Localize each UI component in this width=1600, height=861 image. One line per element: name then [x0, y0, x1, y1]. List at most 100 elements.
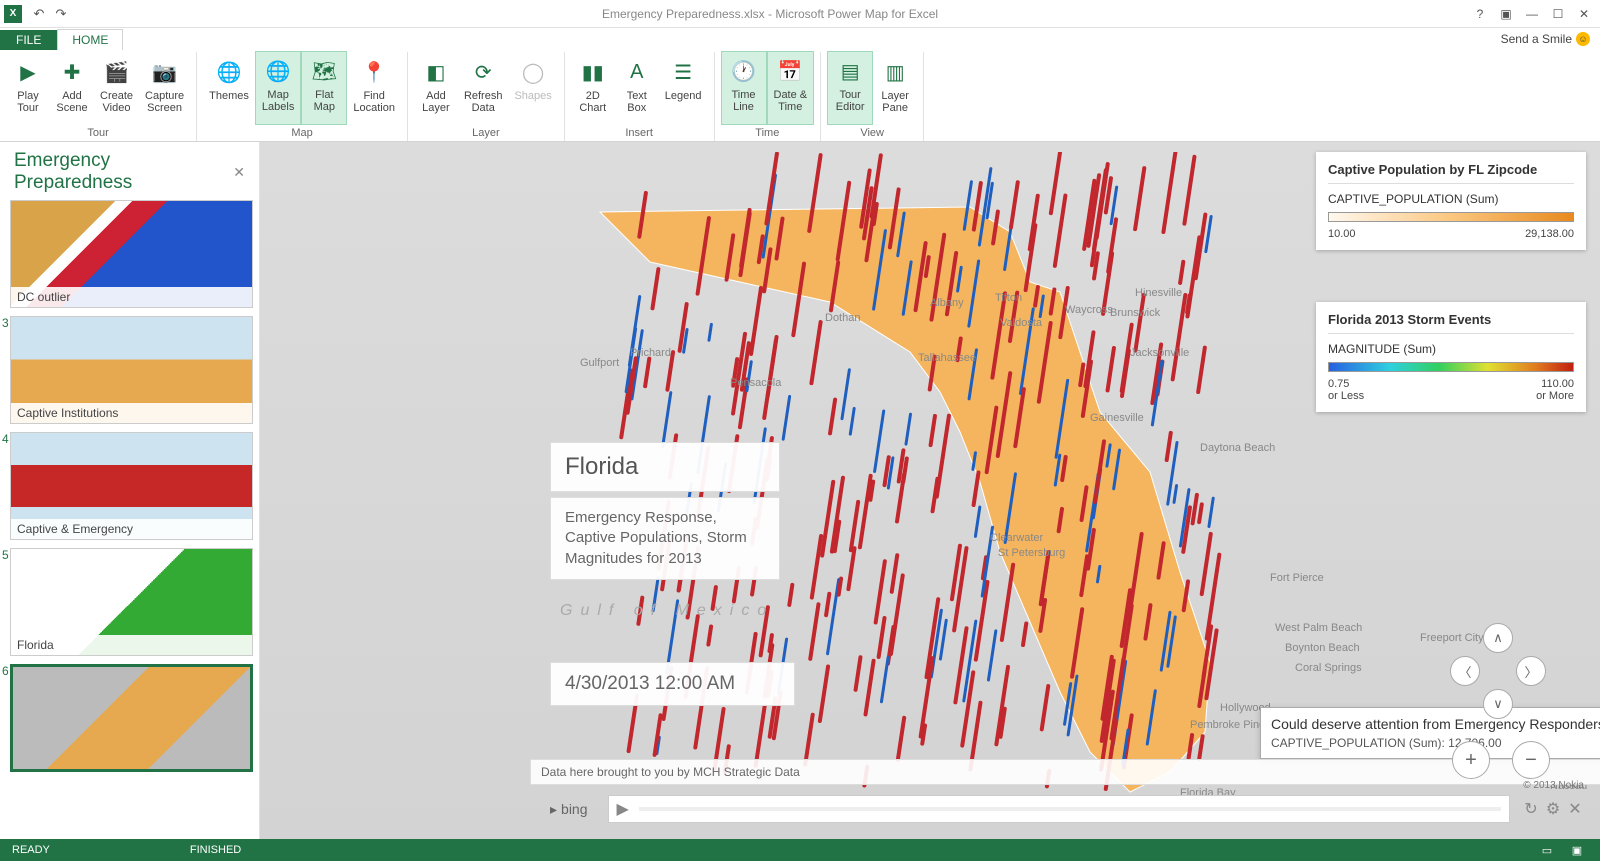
status-bar: READY FINISHED ▭ ▣ — [0, 839, 1600, 861]
tooltip-title: Could deserve attention from Emergency R… — [1271, 716, 1600, 732]
city-label: St Petersburg — [998, 547, 1065, 559]
group-label: Tour — [87, 125, 108, 141]
ribbon: ▶PlayTour ✚AddScene 🎬CreateVideo 📷Captur… — [0, 50, 1600, 142]
scene-label: DC outlier — [11, 287, 252, 307]
shapes-button: ◯Shapes — [508, 52, 557, 125]
scene-label: Captive & Emergency — [11, 519, 252, 539]
calendar-icon: 📅 — [774, 55, 806, 87]
map-labels-button[interactable]: 🌐MapLabels — [255, 51, 301, 125]
tab-file[interactable]: FILE — [0, 30, 57, 50]
legend-storm-events[interactable]: Florida 2013 Storm Events MAGNITUDE (Sum… — [1316, 302, 1586, 412]
add-layer-button[interactable]: ◧AddLayer — [414, 52, 458, 125]
overlay-title-card[interactable]: Florida — [550, 442, 780, 492]
shapes-icon: ◯ — [517, 56, 549, 88]
refresh-data-button[interactable]: ⟳RefreshData — [458, 52, 509, 125]
timeline-settings-button[interactable]: ⚙ — [1542, 799, 1564, 819]
timeline-close-button[interactable]: ✕ — [1564, 799, 1586, 819]
tour-editor-button[interactable]: ▤TourEditor — [827, 51, 873, 125]
scene-label: Captive Institutions — [11, 403, 252, 423]
timeline-loop-button[interactable]: ↻ — [1520, 799, 1542, 819]
legend-captive-population[interactable]: Captive Population by FL Zipcode CAPTIVE… — [1316, 152, 1586, 250]
overlay-desc-card[interactable]: Emergency Response, Captive Populations,… — [550, 497, 780, 580]
layer-pane-button[interactable]: ▥LayerPane — [873, 52, 917, 125]
sidebar-close-button[interactable]: ✕ — [229, 164, 249, 181]
globe-label-icon: 🌐 — [262, 55, 294, 87]
capture-screen-button[interactable]: 📷CaptureScreen — [139, 52, 190, 125]
scene-thumb[interactable] — [10, 664, 253, 772]
scene-thumb[interactable]: DC outlier — [10, 200, 253, 308]
city-label: Brunswick — [1110, 307, 1160, 319]
status-view-2[interactable]: ▣ — [1566, 844, 1588, 857]
overlay-timestamp-card[interactable]: 4/30/2013 12:00 AM — [550, 662, 795, 706]
tooltip-detail: CAPTIVE_POPULATION (Sum): 12,706.00 — [1271, 736, 1600, 750]
plus-icon: ✚ — [56, 56, 88, 88]
help-button[interactable]: ? — [1468, 4, 1492, 24]
timeline-slider[interactable] — [639, 807, 1501, 811]
city-label: West Palm Beach — [1275, 622, 1362, 634]
minimize-button[interactable]: — — [1520, 4, 1544, 24]
florida-shape — [590, 152, 1250, 839]
create-video-button[interactable]: 🎬CreateVideo — [94, 52, 139, 125]
timeline-track[interactable]: ▶ — [608, 795, 1511, 823]
status-view-1[interactable]: ▭ — [1536, 844, 1558, 857]
undo-button[interactable]: ↶ — [28, 3, 50, 25]
ribbon-toggle-button[interactable]: ▣ — [1494, 4, 1518, 24]
smile-icon: ☺ — [1576, 32, 1590, 46]
tab-row: FILE HOME — [0, 28, 1600, 50]
scene-thumb[interactable]: Captive & Emergency — [10, 432, 253, 540]
map-canvas[interactable]: AlbanyValdostaBrunswickJacksonvilleGaine… — [260, 142, 1600, 839]
group-tour: ▶PlayTour ✚AddScene 🎬CreateVideo 📷Captur… — [0, 52, 197, 141]
city-label: Tallahassee — [918, 352, 976, 364]
text-box-button[interactable]: ATextBox — [615, 52, 659, 125]
timeline-bar: ▸bing ▶ ↻ ⚙ ✕ — [540, 793, 1586, 825]
find-location-button[interactable]: 📍FindLocation — [347, 52, 401, 125]
scene-thumb[interactable]: Florida — [10, 548, 253, 656]
city-label: Tifton — [995, 292, 1022, 304]
group-map: 🌐Themes 🌐MapLabels 🗺FlatMap 📍FindLocatio… — [197, 52, 408, 141]
close-button[interactable]: ✕ — [1572, 4, 1596, 24]
legend-icon: ☰ — [667, 56, 699, 88]
nav-up-button[interactable]: ∧ — [1483, 623, 1513, 653]
city-label: Fort Pierce — [1270, 572, 1324, 584]
nav-down-button[interactable]: ∨ — [1483, 689, 1513, 719]
bing-icon: ▸ — [550, 801, 557, 818]
2d-chart-button[interactable]: ▮▮2DChart — [571, 52, 615, 125]
redo-button[interactable]: ↷ — [50, 3, 72, 25]
tour-editor-sidebar: Emergency Preparedness ✕ DC outlier 3 Ca… — [0, 142, 260, 839]
scene-list[interactable]: DC outlier 3 Captive Institutions 4 Capt… — [0, 200, 259, 839]
map-copyright: © 2013 Nokia — [1523, 780, 1584, 791]
city-label: Gulfport — [580, 357, 619, 369]
title-bar: X ↶ ↷ Emergency Preparedness.xlsx - Micr… — [0, 0, 1600, 28]
add-scene-button[interactable]: ✚AddScene — [50, 52, 94, 125]
legend-button[interactable]: ☰Legend — [659, 52, 708, 125]
play-tour-button[interactable]: ▶PlayTour — [6, 52, 50, 125]
group-label: Map — [291, 125, 312, 141]
city-label: Albany — [930, 297, 964, 309]
editor-icon: ▤ — [834, 55, 866, 87]
send-smile-link[interactable]: Send a Smile ☺ — [1501, 32, 1590, 46]
legend-title: Captive Population by FL Zipcode — [1328, 162, 1574, 184]
zoom-in-button[interactable]: + — [1452, 741, 1490, 779]
datetime-button[interactable]: 📅Date &Time — [767, 51, 815, 125]
timeline-play-button[interactable]: ▶ — [617, 799, 629, 819]
flat-map-button[interactable]: 🗺FlatMap — [301, 51, 347, 125]
city-label: Daytona Beach — [1200, 442, 1275, 454]
status-finished: FINISHED — [190, 844, 241, 856]
maximize-button[interactable]: ☐ — [1546, 4, 1570, 24]
city-label: Waycross — [1065, 304, 1113, 316]
overlay-title: Florida — [565, 453, 765, 481]
overlay-timestamp: 4/30/2013 12:00 AM — [565, 673, 780, 695]
city-label: Jacksonville — [1130, 347, 1189, 359]
tab-home[interactable]: HOME — [57, 29, 123, 50]
nav-left-button[interactable]: 〈 — [1450, 656, 1480, 686]
zoom-out-button[interactable]: − — [1512, 741, 1550, 779]
nav-right-button[interactable]: 〉 — [1516, 656, 1546, 686]
play-icon: ▶ — [12, 56, 44, 88]
city-label: Clearwater — [990, 532, 1043, 544]
clock-icon: 🕐 — [728, 55, 760, 87]
timeline-button[interactable]: 🕐TimeLine — [721, 51, 767, 125]
themes-button[interactable]: 🌐Themes — [203, 52, 255, 125]
city-label: Gainesville — [1090, 412, 1144, 424]
group-insert: ▮▮2DChart ATextBox ☰Legend Insert — [565, 52, 715, 141]
scene-thumb[interactable]: Captive Institutions — [10, 316, 253, 424]
